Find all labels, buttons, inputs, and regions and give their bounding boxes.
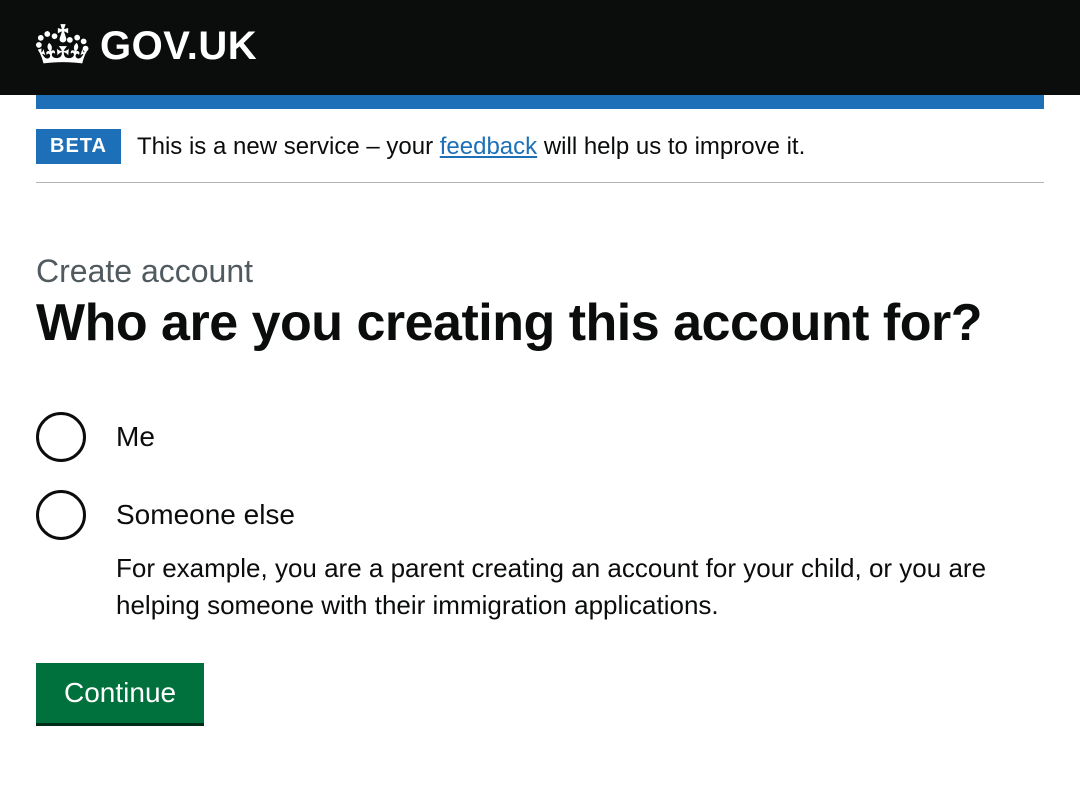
radio-input-someone-else[interactable]	[36, 490, 86, 540]
phase-banner: BETA This is a new service – your feedba…	[36, 129, 1044, 183]
continue-button[interactable]: Continue	[36, 663, 204, 723]
phase-text-after: will help us to improve it.	[537, 133, 805, 160]
radio-item-someone-else[interactable]: Someone else For example, you are a pare…	[36, 490, 1044, 623]
radio-input-me[interactable]	[36, 412, 86, 462]
crown-icon	[36, 22, 90, 71]
feedback-link[interactable]: feedback	[440, 133, 537, 160]
main-content: Create account Who are you creating this…	[36, 253, 1044, 723]
site-header: GOV.UK	[0, 0, 1080, 95]
page-heading: Who are you creating this account for?	[36, 294, 1044, 352]
brand-bar	[36, 95, 1044, 109]
phase-tag: BETA	[36, 129, 121, 164]
phase-text: This is a new service – your feedback wi…	[137, 133, 805, 161]
phase-text-before: This is a new service – your	[137, 133, 440, 160]
radio-group: Me Someone else For example, you are a p…	[36, 412, 1044, 623]
site-title[interactable]: GOV.UK	[100, 24, 257, 69]
radio-label-someone-else[interactable]: Someone else	[116, 490, 1044, 540]
radio-hint-someone-else: For example, you are a parent creating a…	[116, 550, 1044, 623]
page-caption: Create account	[36, 253, 1044, 290]
radio-item-me[interactable]: Me	[36, 412, 1044, 462]
radio-label-me[interactable]: Me	[116, 412, 1044, 462]
